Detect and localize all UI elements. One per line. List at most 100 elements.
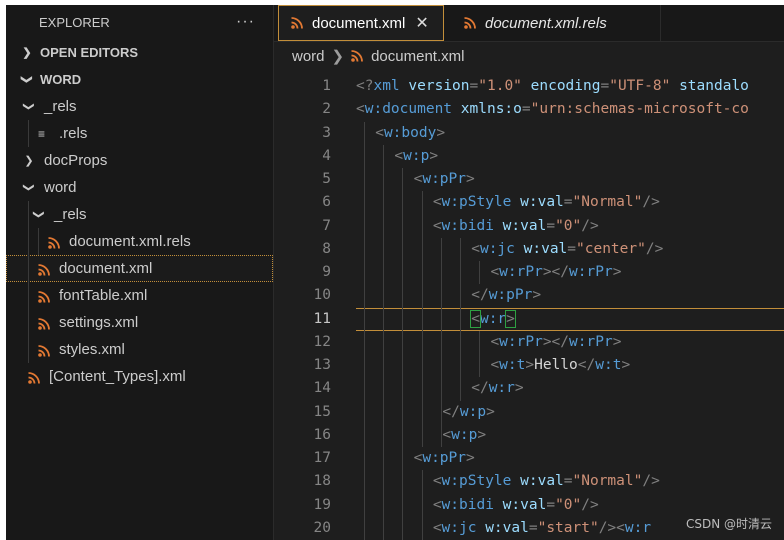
open-editors-section[interactable]: ❯ OPEN EDITORS [6,39,273,66]
code-line: <?xml version="1.0" encoding="UTF-8" sta… [356,75,749,98]
code-token: < [432,194,442,211]
tree-item-label: document.xml.rels [69,233,191,250]
tree-item[interactable]: settings.xml [6,309,273,336]
code-token: w:val [520,194,564,211]
code-token: xmlns:o [460,101,522,118]
indent-guide [28,228,29,255]
more-actions-icon[interactable]: ··· [236,13,255,31]
code-line: <w:body> [356,122,445,145]
tree-item[interactable]: ❯ _rels [6,93,273,120]
code-token: <? [356,78,374,94]
tree-item[interactable]: document.xml.rels [6,228,273,255]
tab-document-xml-rels[interactable]: document.xml.rels [448,5,661,41]
file-tree: ❯ _rels ≡ .rels ❯ docProps ❯ word ❯ _rels document… [6,93,273,390]
explorer-sidebar: EXPLORER ··· ❯ OPEN EDITORS ❯ WORD ❯ _rel… [6,5,274,540]
code-token: < [490,333,500,350]
line-number: 15 [313,403,331,420]
code-token: </ [442,403,460,420]
code-token: > [486,403,495,420]
tree-item-label: _rels [44,98,77,115]
code-token: w:bidi [441,217,494,234]
rss-icon [28,371,40,384]
code-token: standalo [679,78,749,94]
tree-item[interactable]: [Content_Types].xml [6,363,273,390]
code-token: w:jc [479,240,515,257]
rss-icon [291,17,303,29]
rss-icon [48,236,60,249]
tree-item-label: word [44,179,77,196]
code-token: = [563,194,573,211]
rss-icon [38,344,50,357]
code-token: < [442,426,452,443]
line-number: 8 [322,240,331,257]
line-number: 7 [322,217,331,234]
code-token: w:r [488,380,515,397]
line-number: 19 [313,496,331,513]
code-line: <w:rPr></w:rPr> [356,331,621,354]
rss-icon [464,17,476,29]
word-root-section[interactable]: ❯ WORD [6,66,273,93]
code-token: > [514,380,524,397]
code-token: w:val [485,519,529,536]
rss-icon [38,317,50,330]
line-number: 18 [313,473,331,490]
code-line: </w:r> [356,377,524,400]
line-number: 16 [313,426,331,443]
line-number: 4 [322,147,331,164]
line-number: 5 [322,171,331,187]
tree-item[interactable]: ≡ .rels [6,120,273,147]
tab-document-xml[interactable]: document.xml ✕ [278,5,444,41]
tree-item[interactable]: ❯ docProps [6,147,273,174]
code-editor[interactable]: 1 <?xml version="1.0" encoding="UTF-8" st… [274,70,784,540]
code-token: < [356,101,365,118]
indent-guide [28,282,29,309]
code-token: version [408,78,470,94]
breadcrumb-file[interactable]: document.xml [371,48,464,65]
indent-guide [28,120,29,147]
code-line: <w:p> [356,145,438,168]
tree-item[interactable]: document.xml [6,255,273,282]
tree-item[interactable]: ❯ word [6,174,273,201]
code-token: w:rPr [569,264,613,280]
breadcrumb-folder[interactable]: word [292,48,325,65]
chevron-right-icon: ❯ [22,47,32,59]
code-token: > [612,264,622,280]
open-editors-label: OPEN EDITORS [40,45,139,60]
code-token: /> [642,473,660,490]
tree-item[interactable]: ❯ _rels [6,201,273,228]
code-token: w:val [502,496,547,513]
line-number: 2 [322,101,331,118]
code-token: w:t [595,357,622,373]
code-token: > [621,357,631,373]
code-token: w:jc [441,519,477,536]
code-token: > [525,357,535,373]
tree-item-label: document.xml [59,260,153,277]
code-token: > [466,450,475,466]
code-token: < [470,309,481,328]
code-token: > [477,426,487,443]
code-token: /> [581,496,599,513]
code-token: w:p [403,147,430,164]
indent-guide [28,201,29,228]
code-line: <w:pStyle w:val="Normal"/> [356,191,660,214]
code-token: w:t [499,357,526,373]
close-icon[interactable]: ✕ [415,13,428,33]
code-token: > [505,309,516,328]
code-token: = [546,496,556,513]
line-number: 20 [313,519,331,536]
tree-item[interactable]: styles.xml [6,336,273,363]
code-token: w:document [364,101,453,118]
tree-item-label: docProps [44,152,108,169]
tree-item[interactable]: fontTable.xml [6,282,273,309]
code-token: w:rPr [569,333,613,350]
code-token: w:val [523,240,568,257]
tree-item-label: settings.xml [59,314,139,331]
code-token: w:p [451,426,478,443]
code-line: <w:jc w:val="start"/><w:r [356,517,651,540]
code-line: <w:p> [356,424,486,447]
code-token: w:pPr [422,171,466,187]
code-token: w:rPr [499,333,543,350]
line-number: 3 [322,124,331,141]
